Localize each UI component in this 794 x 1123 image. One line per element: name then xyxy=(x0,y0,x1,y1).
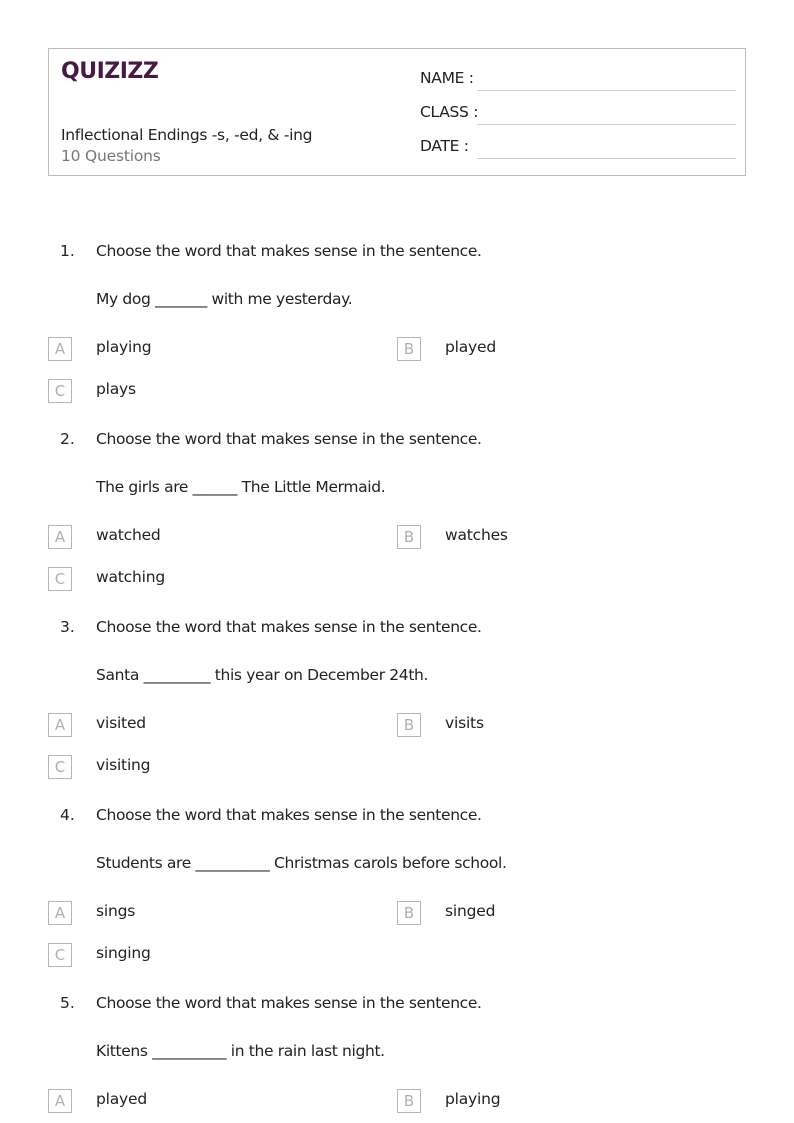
question-prompt: Choose the word that makes sense in the … xyxy=(96,430,482,448)
question-number: 4. xyxy=(60,806,75,824)
option-text: watches xyxy=(445,526,508,544)
option-text: playing xyxy=(96,338,152,356)
worksheet-header: QUIZIZZ Inflectional Endings -s, -ed, & … xyxy=(48,48,746,176)
worksheet-title: Inflectional Endings -s, -ed, & -ing xyxy=(61,126,313,144)
option-letter-box[interactable]: C xyxy=(48,379,72,403)
option-letter-box[interactable]: B xyxy=(397,1089,421,1113)
option-letter-box[interactable]: A xyxy=(48,901,72,925)
option-text: watching xyxy=(96,568,165,586)
name-label: NAME : xyxy=(420,69,474,87)
date-field[interactable]: DATE : xyxy=(420,133,736,159)
question-number: 2. xyxy=(60,430,75,448)
option-text: singed xyxy=(445,902,496,920)
option-letter-box[interactable]: A xyxy=(48,337,72,361)
option-text: sings xyxy=(96,902,136,920)
option-text: visited xyxy=(96,714,146,732)
option-text: visiting xyxy=(96,756,151,774)
option-letter-box[interactable]: B xyxy=(397,901,421,925)
option-letter-box[interactable]: A xyxy=(48,1089,72,1113)
option-letter-box[interactable]: C xyxy=(48,567,72,591)
option-letter-box[interactable]: A xyxy=(48,525,72,549)
question-sentence: Students are __________ Christmas carols… xyxy=(96,854,507,872)
option-letter-box[interactable]: B xyxy=(397,713,421,737)
option-text: plays xyxy=(96,380,136,398)
class-label: CLASS : xyxy=(420,103,479,121)
class-line[interactable] xyxy=(477,124,736,125)
option-letter-box[interactable]: B xyxy=(397,337,421,361)
option-text: watched xyxy=(96,526,161,544)
question-count: 10 Questions xyxy=(61,147,161,165)
option-letter-box[interactable]: B xyxy=(397,525,421,549)
question-prompt: Choose the word that makes sense in the … xyxy=(96,806,482,824)
question-number: 1. xyxy=(60,242,75,260)
date-line[interactable] xyxy=(477,158,736,159)
option-text: played xyxy=(96,1090,147,1108)
option-text: visits xyxy=(445,714,484,732)
name-line[interactable] xyxy=(477,90,736,91)
question-sentence: My dog _______ with me yesterday. xyxy=(96,290,353,308)
name-field[interactable]: NAME : xyxy=(420,65,736,91)
question-sentence: Santa _________ this year on December 24… xyxy=(96,666,429,684)
class-field[interactable]: CLASS : xyxy=(420,99,736,125)
option-letter-box[interactable]: C xyxy=(48,755,72,779)
option-letter-box[interactable]: A xyxy=(48,713,72,737)
option-letter-box[interactable]: C xyxy=(48,943,72,967)
date-label: DATE : xyxy=(420,137,469,155)
question-number: 5. xyxy=(60,994,75,1012)
question-prompt: Choose the word that makes sense in the … xyxy=(96,618,482,636)
worksheet-page: QUIZIZZ Inflectional Endings -s, -ed, & … xyxy=(0,0,794,1123)
option-text: singing xyxy=(96,944,151,962)
question-prompt: Choose the word that makes sense in the … xyxy=(96,242,482,260)
question-sentence: The girls are ______ The Little Mermaid. xyxy=(96,478,386,496)
quizizz-logo: QUIZIZZ xyxy=(61,59,159,84)
option-text: played xyxy=(445,338,496,356)
question-sentence: Kittens __________ in the rain last nigh… xyxy=(96,1042,385,1060)
option-text: playing xyxy=(445,1090,501,1108)
question-prompt: Choose the word that makes sense in the … xyxy=(96,994,482,1012)
question-number: 3. xyxy=(60,618,75,636)
